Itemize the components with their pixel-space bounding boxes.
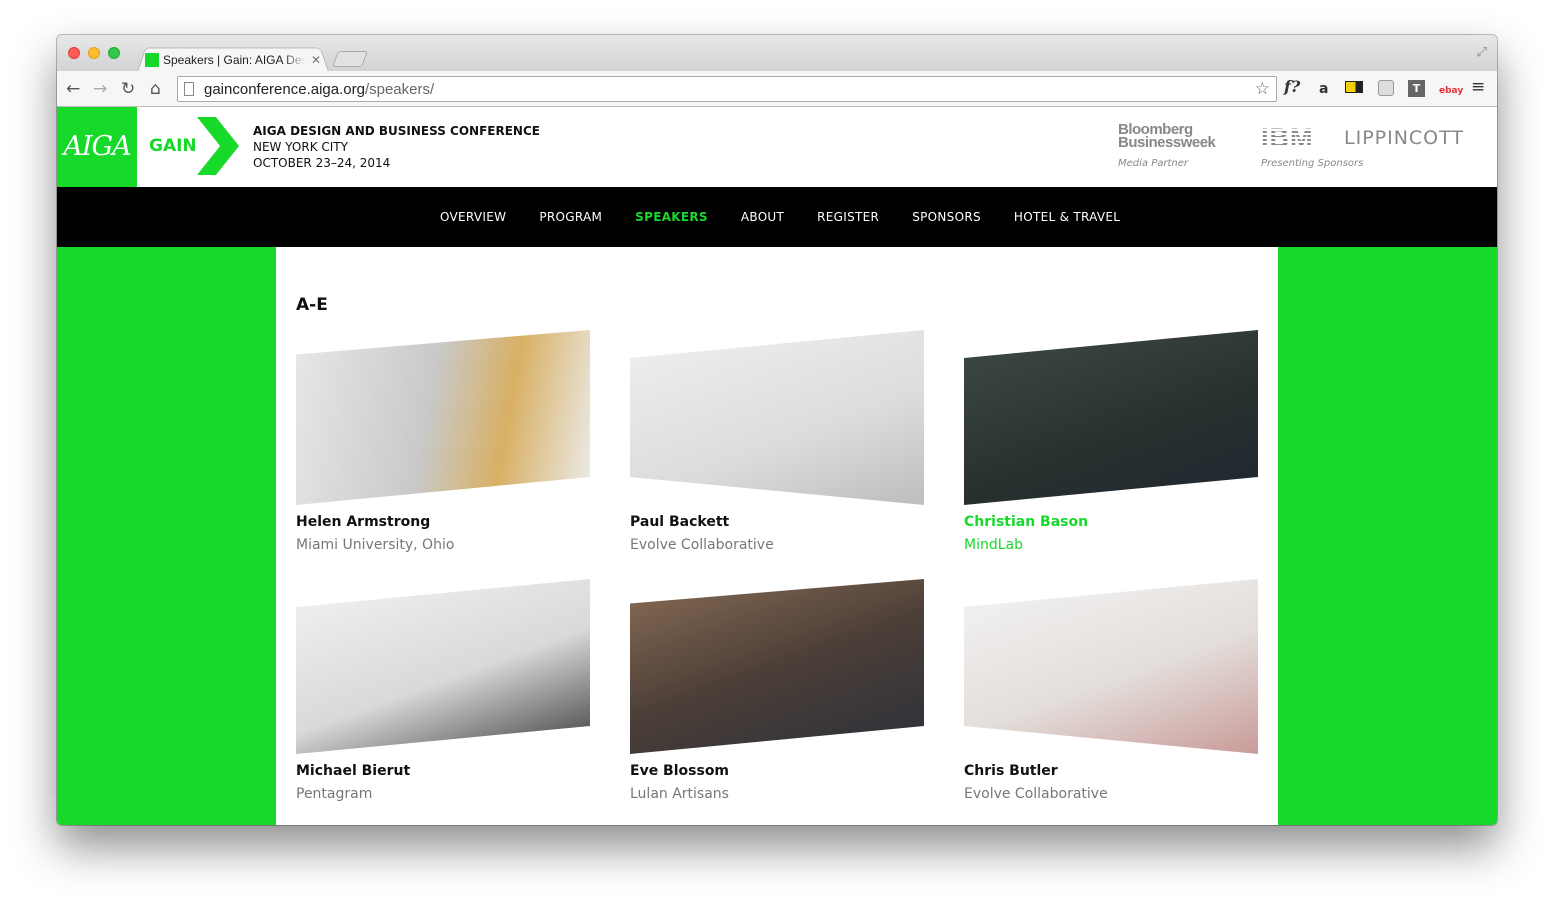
speaker-org: Evolve Collaborative xyxy=(630,537,774,553)
extension-ghost-icon[interactable] xyxy=(1378,80,1394,96)
back-icon[interactable]: ← xyxy=(66,79,80,99)
reload-icon[interactable]: ↻ xyxy=(121,79,135,99)
extension-amazon-icon[interactable]: a xyxy=(1319,81,1328,97)
speaker-photo[interactable] xyxy=(296,579,590,754)
favicon-icon xyxy=(145,53,159,67)
browser-window: Speakers | Gain: AIGA Design and Busines… xyxy=(57,35,1497,825)
nav-item-register[interactable]: REGISTER xyxy=(817,210,879,224)
speaker-photo[interactable] xyxy=(964,330,1258,505)
forward-icon[interactable]: → xyxy=(93,79,107,99)
nav-list: OVERVIEW PROGRAM SPEAKERS ABOUT REGISTER… xyxy=(440,187,1153,247)
page-icon xyxy=(184,82,194,96)
ibm-logo[interactable]: IBM xyxy=(1261,123,1314,154)
page-viewport: AIGA GAIN AIGA DESIGN AND BUSINESS CONFE… xyxy=(57,107,1497,825)
nav-item-sponsors[interactable]: SPONSORS xyxy=(912,210,981,224)
tab-title: Speakers | Gain: AIGA Design and Busines… xyxy=(163,53,305,67)
speakers-content: A-E Helen Armstrong Miami University, Oh… xyxy=(276,247,1278,825)
url-text[interactable]: gainconference.aiga.org/speakers/ xyxy=(204,81,434,98)
url-path: /speakers/ xyxy=(364,81,435,98)
star-icon[interactable]: ☆ xyxy=(1255,79,1270,99)
tab-close-icon[interactable]: ✕ xyxy=(311,53,321,67)
conference-dates: OCTOBER 23–24, 2014 xyxy=(253,156,391,170)
speaker-photo[interactable] xyxy=(964,579,1258,754)
speaker-name[interactable]: Eve Blossom xyxy=(630,763,729,779)
nav-item-program[interactable]: PROGRAM xyxy=(539,210,602,224)
speaker-org: MindLab xyxy=(964,537,1023,553)
speaker-org: Pentagram xyxy=(296,786,373,802)
speaker-photo[interactable] xyxy=(296,330,590,505)
gain-arrow-icon xyxy=(197,117,239,175)
address-bar[interactable]: gainconference.aiga.org/speakers/ ☆ xyxy=(177,76,1277,102)
speaker-name[interactable]: Paul Backett xyxy=(630,514,729,530)
new-tab-button[interactable] xyxy=(332,51,368,67)
conference-title: AIGA DESIGN AND BUSINESS CONFERENCE xyxy=(253,124,540,138)
nav-item-speakers[interactable]: SPEAKERS xyxy=(635,210,708,224)
speaker-name[interactable]: Chris Butler xyxy=(964,763,1058,779)
speaker-name[interactable]: Christian Bason xyxy=(964,514,1088,530)
aiga-logo[interactable]: AIGA xyxy=(57,107,137,187)
tab-content[interactable]: Speakers | Gain: AIGA Design and Busines… xyxy=(145,50,325,70)
extension-box-icon[interactable] xyxy=(1345,81,1363,93)
menu-icon[interactable]: ≡ xyxy=(1471,79,1485,96)
browser-toolbar: ← → ↻ ⌂ gainconference.aiga.org/speakers… xyxy=(57,71,1497,107)
tab-strip: Speakers | Gain: AIGA Design and Busines… xyxy=(57,35,1497,72)
businessweek-text: Businessweek xyxy=(1118,134,1216,151)
speaker-name[interactable]: Helen Armstrong xyxy=(296,514,430,530)
nav-item-about[interactable]: ABOUT xyxy=(741,210,784,224)
media-partner-caption: Media Partner xyxy=(1118,158,1189,169)
conference-info: AIGA DESIGN AND BUSINESS CONFERENCE NEW … xyxy=(253,123,540,171)
fullscreen-icon[interactable]: ⤢ xyxy=(1477,45,1487,60)
speaker-org: Miami University, Ohio xyxy=(296,537,455,553)
zoom-window-button[interactable] xyxy=(108,47,120,59)
lippincott-logo[interactable]: LIPPINCOTT xyxy=(1344,127,1464,149)
nav-item-hotel-travel[interactable]: HOTEL & TRAVEL xyxy=(1014,210,1120,224)
extension-t-icon[interactable]: T xyxy=(1408,80,1425,97)
gain-logo[interactable]: GAIN xyxy=(149,136,197,156)
speaker-name[interactable]: Michael Bierut xyxy=(296,763,410,779)
section-title: A-E xyxy=(296,295,328,315)
media-partner-logo[interactable]: Bloomberg Businessweek Media Partner xyxy=(1118,122,1216,170)
home-icon[interactable]: ⌂ xyxy=(150,79,161,99)
conference-city: NEW YORK CITY xyxy=(253,140,348,154)
presenting-sponsors-caption: Presenting Sponsors xyxy=(1261,158,1364,169)
url-host: gainconference.aiga.org xyxy=(204,81,365,98)
speaker-photo[interactable] xyxy=(630,330,924,505)
close-window-button[interactable] xyxy=(68,47,80,59)
minimize-window-button[interactable] xyxy=(88,47,100,59)
speaker-org: Lulan Artisans xyxy=(630,786,729,802)
site-header: AIGA GAIN AIGA DESIGN AND BUSINESS CONFE… xyxy=(57,107,1497,187)
speaker-org: Evolve Collaborative xyxy=(964,786,1108,802)
speaker-photo[interactable] xyxy=(630,579,924,754)
extension-fq-icon[interactable]: f? xyxy=(1284,79,1300,95)
nav-item-overview[interactable]: OVERVIEW xyxy=(440,210,506,224)
main-navigation: OVERVIEW PROGRAM SPEAKERS ABOUT REGISTER… xyxy=(57,187,1497,247)
extension-ebay-icon[interactable]: ebay xyxy=(1439,83,1463,99)
